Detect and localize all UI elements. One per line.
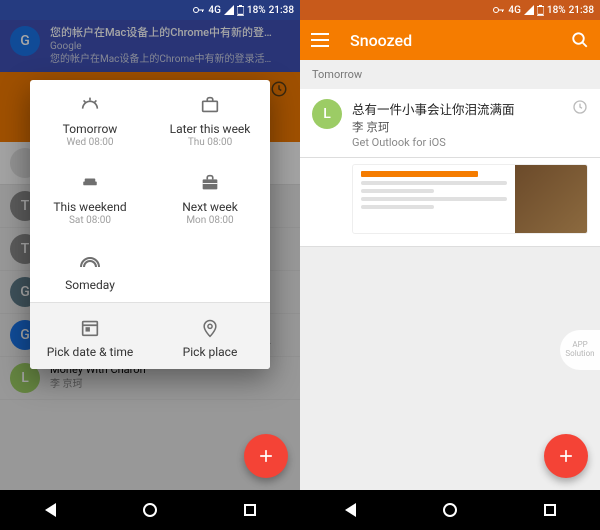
nav-home-button[interactable] bbox=[135, 495, 165, 525]
briefcase-icon bbox=[197, 92, 223, 118]
snooze-option-this-weekend[interactable]: This weekend Sat 08:00 bbox=[30, 158, 150, 236]
header-title: Snoozed bbox=[350, 31, 570, 50]
back-icon bbox=[345, 503, 356, 517]
hamburger-icon bbox=[311, 33, 329, 47]
network-label: 4G bbox=[508, 5, 521, 16]
nav-back-button[interactable] bbox=[335, 495, 365, 525]
email-preview-card[interactable] bbox=[300, 158, 600, 247]
sun-icon bbox=[77, 92, 103, 118]
nav-recents-button[interactable] bbox=[535, 495, 565, 525]
card-snippet: Get Outlook for iOS bbox=[352, 136, 562, 149]
option-label: Later this week bbox=[170, 122, 251, 136]
plus-icon bbox=[256, 446, 276, 466]
recents-icon bbox=[244, 504, 256, 516]
battery-pct: 18% bbox=[547, 5, 566, 16]
card-body: 总有一件小事会让你泪流满面 李 京珂 Get Outlook for iOS bbox=[352, 99, 562, 149]
compose-fab[interactable] bbox=[544, 434, 588, 478]
back-icon bbox=[45, 503, 56, 517]
watermark-badge: APP Solution bbox=[560, 330, 600, 370]
recents-icon bbox=[544, 504, 556, 516]
pin-icon bbox=[197, 315, 223, 341]
preview-image bbox=[515, 165, 587, 233]
sofa-icon bbox=[77, 170, 103, 196]
home-icon bbox=[143, 503, 157, 517]
android-nav-bar bbox=[300, 490, 600, 530]
option-sub: Wed 08:00 bbox=[66, 137, 113, 148]
vpn-key-icon bbox=[193, 6, 205, 14]
card-title: 总有一件小事会让你泪流满面 bbox=[352, 99, 562, 118]
status-bar: 4G 18% 21:38 bbox=[0, 0, 300, 20]
network-label: 4G bbox=[208, 5, 221, 16]
battery-icon bbox=[537, 5, 544, 16]
battery-pct: 18% bbox=[247, 5, 266, 16]
option-label: Next week bbox=[182, 200, 238, 214]
calendar-icon bbox=[77, 315, 103, 341]
snooze-option-next-week[interactable]: Next week Mon 08:00 bbox=[150, 158, 270, 236]
section-header: Tomorrow bbox=[300, 60, 600, 89]
android-nav-bar bbox=[0, 490, 300, 530]
option-label: Tomorrow bbox=[63, 122, 118, 136]
search-button[interactable] bbox=[570, 30, 590, 50]
snooze-option-tomorrow[interactable]: Tomorrow Wed 08:00 bbox=[30, 80, 150, 158]
option-sub: Thu 08:00 bbox=[188, 137, 232, 148]
snooze-pick-place[interactable]: Pick place bbox=[150, 303, 270, 369]
option-sub: Sat 08:00 bbox=[69, 215, 111, 226]
nav-back-button[interactable] bbox=[35, 495, 65, 525]
home-icon bbox=[443, 503, 457, 517]
menu-button[interactable] bbox=[310, 30, 330, 50]
vpn-key-icon bbox=[493, 6, 505, 14]
app-header: Snoozed bbox=[300, 20, 600, 60]
plus-icon bbox=[556, 446, 576, 466]
status-bar: 4G 18% 21:38 bbox=[300, 0, 600, 20]
signal-icon bbox=[224, 5, 234, 15]
clock-icon bbox=[572, 99, 588, 115]
snooze-option-later-this-week[interactable]: Later this week Thu 08:00 bbox=[150, 80, 270, 158]
option-label: Pick place bbox=[183, 345, 238, 359]
option-label: Someday bbox=[65, 278, 115, 292]
preview-thumbnail bbox=[352, 164, 588, 234]
search-icon bbox=[571, 31, 589, 49]
compose-fab[interactable] bbox=[244, 434, 288, 478]
option-sub: Mon 08:00 bbox=[186, 215, 233, 226]
phone-left-snooze-dialog: 4G 18% 21:38 G 您的帐户在Mac设备上的Chrome中有新的登… … bbox=[0, 0, 300, 530]
snoozed-body: Tomorrow L 总有一件小事会让你泪流满面 李 京珂 Get Outloo… bbox=[300, 60, 600, 490]
nav-home-button[interactable] bbox=[435, 495, 465, 525]
battery-icon bbox=[237, 5, 244, 16]
signal-icon bbox=[524, 5, 534, 15]
briefcase-icon bbox=[197, 170, 223, 196]
status-clock: 21:38 bbox=[569, 5, 594, 16]
rainbow-icon bbox=[77, 248, 103, 274]
card-sender: 李 京珂 bbox=[352, 119, 562, 135]
option-label: This weekend bbox=[53, 200, 126, 214]
nav-recents-button[interactable] bbox=[235, 495, 265, 525]
phone-right-snoozed-list: 4G 18% 21:38 Snoozed Tomorrow L 总有一件小事会让… bbox=[300, 0, 600, 530]
status-clock: 21:38 bbox=[269, 5, 294, 16]
snooze-pick-date-time[interactable]: Pick date & time bbox=[30, 303, 150, 369]
snoozed-email-card[interactable]: L 总有一件小事会让你泪流满面 李 京珂 Get Outlook for iOS bbox=[300, 89, 600, 158]
option-label: Pick date & time bbox=[47, 345, 134, 359]
avatar: L bbox=[312, 99, 342, 129]
snooze-dialog: Tomorrow Wed 08:00 Later this week Thu 0… bbox=[30, 80, 270, 369]
snooze-option-someday[interactable]: Someday bbox=[30, 236, 150, 302]
